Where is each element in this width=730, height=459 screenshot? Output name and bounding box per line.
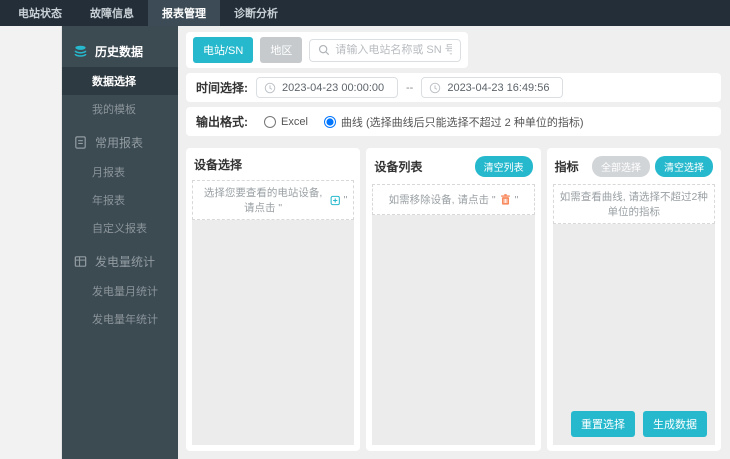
device-list-panel: 设备列表 清空列表 如需移除设备, 请点击 " " bbox=[366, 148, 541, 451]
device-list-placeholder: 如需移除设备, 请点击 " " bbox=[372, 184, 535, 215]
date-range-separator: -- bbox=[406, 81, 414, 94]
indicators-panel: 指标 全部选择 清空选择 如需查看曲线, 请选择不超过2种单位的指标 重置选择 … bbox=[546, 148, 721, 451]
nav-item-report-management[interactable]: 报表管理 bbox=[148, 0, 220, 26]
indicators-panel-title: 指标 bbox=[554, 160, 579, 174]
start-datetime-input[interactable]: 2023-04-23 00:00:00 bbox=[256, 77, 398, 98]
search-filter-row: 电站/SN 地区 bbox=[186, 32, 469, 68]
region-tab-button[interactable]: 地区 bbox=[260, 37, 303, 63]
select-all-indicators-button[interactable]: 全部选择 bbox=[591, 156, 650, 177]
sidebar-item-custom-report[interactable]: 自定义报表 bbox=[62, 214, 178, 242]
search-box[interactable] bbox=[309, 38, 462, 62]
nav-item-fault-info[interactable]: 故障信息 bbox=[76, 0, 148, 26]
station-search-input[interactable] bbox=[335, 44, 453, 56]
indicators-list-area[interactable]: 重置选择 生成数据 bbox=[552, 224, 715, 445]
generate-data-button[interactable]: 生成数据 bbox=[642, 411, 707, 437]
main-content: 电站/SN 地区 时间选择: 2023-04-23 00:00:00 -- bbox=[178, 26, 730, 459]
clear-device-list-button[interactable]: 清空列表 bbox=[474, 156, 533, 177]
nav-item-diagnosis[interactable]: 诊断分析 bbox=[220, 0, 292, 26]
time-select-row: 时间选择: 2023-04-23 00:00:00 -- 2023-04-23 … bbox=[186, 73, 721, 102]
sidebar-group-label: 历史数据 bbox=[95, 45, 144, 59]
output-format-row: 输出格式: Excel 曲线 (选择曲线后只能选择不超过 2 种单位的指标) bbox=[186, 107, 721, 136]
grid-icon bbox=[74, 256, 87, 267]
placeholder-text: 如需移除设备, 请点击 " bbox=[388, 194, 496, 206]
start-datetime-value: 2023-04-23 00:00:00 bbox=[282, 81, 385, 94]
top-navigation: 电站状态 故障信息 报表管理 诊断分析 bbox=[0, 0, 730, 26]
sidebar-group-generation-stats[interactable]: 发电量统计 bbox=[62, 246, 178, 277]
sidebar-group-common-reports[interactable]: 常用报表 bbox=[62, 127, 178, 158]
placeholder-text: 如需查看曲线, 请选择不超过2种单位的指标 bbox=[559, 191, 708, 218]
end-datetime-input[interactable]: 2023-04-23 16:49:56 bbox=[421, 77, 564, 98]
sidebar: 历史数据 数据选择 我的模板 常用报表 月报表 年报表 自定义报表 发电量统计 … bbox=[62, 26, 178, 459]
device-select-list-area[interactable] bbox=[192, 220, 355, 445]
clock-icon bbox=[264, 82, 276, 93]
clear-indicators-button[interactable]: 清空选择 bbox=[654, 156, 713, 177]
clock-icon bbox=[430, 82, 441, 93]
left-gutter-panel bbox=[0, 26, 62, 459]
placeholder-text: " bbox=[343, 194, 348, 206]
time-select-label: 时间选择: bbox=[196, 81, 248, 95]
reset-selection-button[interactable]: 重置选择 bbox=[570, 411, 635, 437]
layers-icon bbox=[74, 45, 87, 57]
placeholder-text: " bbox=[514, 193, 519, 206]
sidebar-item-data-select[interactable]: 数据选择 bbox=[62, 67, 178, 95]
end-datetime-value: 2023-04-23 16:49:56 bbox=[447, 81, 550, 94]
sidebar-group-label: 常用报表 bbox=[95, 136, 144, 150]
sidebar-item-monthly-report[interactable]: 月报表 bbox=[62, 158, 178, 186]
station-sn-tab-button[interactable]: 电站/SN bbox=[193, 37, 254, 63]
trash-icon bbox=[500, 194, 510, 205]
search-icon bbox=[319, 44, 330, 56]
indicators-placeholder: 如需查看曲线, 请选择不超过2种单位的指标 bbox=[552, 184, 715, 224]
add-file-icon bbox=[330, 195, 340, 205]
excel-radio[interactable] bbox=[264, 115, 276, 128]
device-select-panel: 设备选择 选择您要查看的电站设备, 请点击 " " bbox=[186, 148, 361, 451]
sidebar-item-my-templates[interactable]: 我的模板 bbox=[62, 95, 178, 123]
device-select-placeholder: 选择您要查看的电站设备, 请点击 " " bbox=[192, 180, 355, 220]
device-list-area[interactable] bbox=[372, 215, 535, 445]
sidebar-group-label: 发电量统计 bbox=[95, 255, 156, 269]
device-list-panel-title: 设备列表 bbox=[374, 160, 423, 174]
report-icon bbox=[75, 136, 86, 149]
device-select-panel-title: 设备选择 bbox=[194, 158, 243, 172]
panels-row: 设备选择 选择您要查看的电站设备, 请点击 " " 设备列表 清空列表 如需移除… bbox=[186, 148, 721, 451]
sidebar-item-yearly-report[interactable]: 年报表 bbox=[62, 186, 178, 214]
nav-item-station-status[interactable]: 电站状态 bbox=[4, 0, 76, 26]
sidebar-group-history-data[interactable]: 历史数据 bbox=[62, 36, 178, 67]
sidebar-item-generation-monthly[interactable]: 发电量月统计 bbox=[62, 277, 178, 305]
sidebar-item-generation-yearly[interactable]: 发电量年统计 bbox=[62, 305, 178, 333]
curve-radio[interactable] bbox=[323, 115, 336, 128]
excel-radio-label[interactable]: Excel bbox=[281, 116, 308, 128]
placeholder-text: 选择您要查看的电站设备, 请点击 " bbox=[203, 187, 323, 214]
curve-radio-label[interactable]: 曲线 (选择曲线后只能选择不超过 2 种单位的指标) bbox=[341, 114, 584, 130]
output-format-label: 输出格式: bbox=[196, 115, 248, 129]
